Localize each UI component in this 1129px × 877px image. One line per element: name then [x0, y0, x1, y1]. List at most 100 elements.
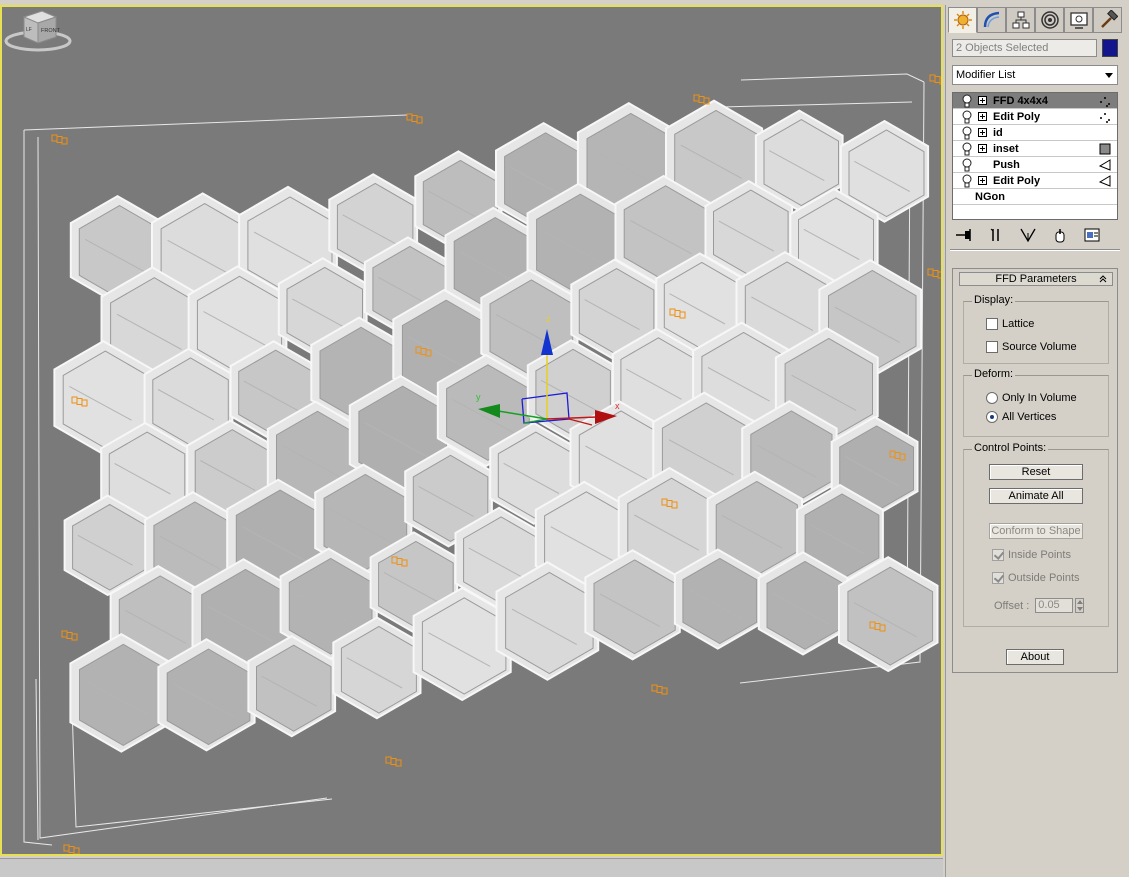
about-button[interactable]: About — [1006, 649, 1064, 665]
stack-item-edit-poly-2[interactable]: Edit Poly — [953, 173, 1117, 189]
command-panel-tabs — [948, 7, 1122, 33]
control-point[interactable] — [411, 115, 418, 122]
offset-spinner[interactable] — [1075, 598, 1085, 613]
modifier-list-dropdown[interactable]: Modifier List — [952, 65, 1118, 85]
control-point[interactable] — [71, 633, 78, 641]
tab-motion[interactable] — [1035, 7, 1064, 33]
expand-icon[interactable] — [978, 144, 987, 153]
reset-button[interactable]: Reset — [989, 464, 1083, 480]
display-group: Display: Lattice Source Volume — [963, 294, 1109, 364]
animate-all-button[interactable]: Animate All — [989, 488, 1083, 504]
configure-modifier-sets-button[interactable] — [1080, 225, 1104, 245]
offset-label: Offset : — [994, 599, 1030, 612]
control-point[interactable] — [406, 113, 413, 121]
control-point[interactable] — [56, 136, 63, 143]
control-point[interactable] — [390, 758, 397, 765]
expand-icon[interactable] — [978, 128, 987, 137]
source-volume-checkbox[interactable] — [986, 341, 998, 353]
stack-item-edit-poly[interactable]: Edit Poly — [953, 109, 1117, 125]
control-point[interactable] — [385, 756, 392, 764]
control-point[interactable] — [693, 94, 700, 102]
remove-modifier-button[interactable] — [1048, 225, 1072, 245]
lightbulb-icon[interactable] — [960, 142, 974, 156]
control-point[interactable] — [937, 271, 943, 279]
lattice-checkbox-row[interactable]: Lattice — [986, 318, 1034, 330]
conform-to-shape-button[interactable]: Conform to Shape — [989, 523, 1083, 539]
control-point[interactable] — [63, 844, 70, 852]
control-point[interactable] — [927, 268, 934, 276]
control-point[interactable] — [661, 687, 668, 695]
control-point[interactable] — [61, 137, 68, 145]
inside-points-checkbox[interactable] — [992, 549, 1004, 561]
control-point[interactable] — [932, 270, 939, 277]
tab-modify[interactable] — [977, 7, 1006, 33]
expand-icon[interactable] — [978, 112, 987, 121]
viewcube-front-label: FRONT — [41, 28, 61, 34]
control-point[interactable] — [73, 847, 80, 854]
make-unique-icon — [1020, 228, 1036, 243]
expand-icon[interactable] — [978, 176, 987, 185]
tab-create[interactable] — [948, 7, 977, 33]
stack-item-base-object[interactable]: NGon — [953, 189, 1117, 205]
collapse-icon[interactable] — [1098, 274, 1108, 284]
inside-points-label: Inside Points — [1008, 549, 1071, 561]
only-in-volume-radio[interactable] — [986, 392, 998, 404]
control-point[interactable] — [416, 116, 423, 124]
all-vertices-radio[interactable] — [986, 411, 998, 423]
all-vertices-label: All Vertices — [1002, 411, 1057, 423]
tab-display[interactable] — [1064, 7, 1093, 33]
perspective-viewport[interactable]: z x y FRONT LF — [0, 5, 943, 856]
lightbulb-icon[interactable] — [960, 158, 974, 172]
control-point[interactable] — [51, 134, 58, 142]
all-vertices-radio-row[interactable]: All Vertices — [986, 411, 1056, 423]
stack-item-label: Edit Poly — [993, 174, 1041, 187]
control-point[interactable] — [651, 684, 658, 692]
lightbulb-icon[interactable] — [960, 174, 974, 188]
lattice-checkbox[interactable] — [986, 318, 998, 330]
expand-icon[interactable] — [978, 96, 987, 105]
control-point[interactable] — [61, 630, 68, 638]
only-in-volume-radio-row[interactable]: Only In Volume — [986, 392, 1077, 404]
control-point[interactable] — [66, 632, 73, 639]
control-point[interactable] — [929, 74, 936, 82]
svg-text:y: y — [476, 392, 481, 402]
offset-input[interactable]: 0.05 — [1035, 598, 1074, 613]
svg-text:z: z — [546, 314, 551, 324]
control-point[interactable] — [939, 77, 943, 85]
vertex-dots-icon — [1100, 97, 1110, 107]
stack-item-push[interactable]: Push — [953, 157, 1117, 173]
motion-icon — [1040, 11, 1059, 29]
show-end-result-button[interactable] — [984, 225, 1008, 245]
command-panel: 2 Objects Selected Modifier List FFD 4x4… — [945, 5, 1129, 877]
utilities-icon — [1100, 10, 1118, 28]
inside-points-checkbox-row[interactable]: Inside Points — [992, 549, 1071, 561]
control-point[interactable] — [395, 759, 402, 767]
make-unique-button[interactable] — [1016, 225, 1040, 245]
stack-item-label: Push — [993, 158, 1020, 171]
lightbulb-icon[interactable] — [960, 126, 974, 140]
object-color-swatch[interactable] — [1102, 39, 1118, 57]
stack-item-id[interactable]: id — [953, 125, 1117, 141]
lightbulb-icon[interactable] — [960, 110, 974, 124]
stack-item-inset[interactable]: inset — [953, 141, 1117, 157]
control-point[interactable] — [698, 96, 705, 103]
outside-points-checkbox-row[interactable]: Outside Points — [992, 572, 1080, 584]
control-point[interactable] — [68, 846, 75, 853]
offset-row: Offset : 0.05 — [994, 598, 1085, 613]
source-volume-checkbox-row[interactable]: Source Volume — [986, 341, 1077, 353]
stack-item-ffd[interactable]: FFD 4x4x4 — [953, 93, 1117, 109]
modifier-stack[interactable]: FFD 4x4x4 Edit Poly id inset Push Edit P… — [952, 92, 1118, 220]
honeycomb-mesh[interactable] — [53, 99, 939, 753]
control-point[interactable] — [656, 686, 663, 693]
tab-hierarchy[interactable] — [1006, 7, 1035, 33]
outside-points-checkbox[interactable] — [992, 572, 1004, 584]
viewcube[interactable]: FRONT LF — [2, 7, 72, 57]
tab-utilities[interactable] — [1093, 7, 1122, 33]
display-group-label: Display: — [972, 294, 1016, 306]
selection-name-field[interactable]: 2 Objects Selected — [952, 39, 1097, 57]
rollout-header[interactable]: FFD Parameters — [959, 272, 1113, 286]
control-point[interactable] — [934, 76, 941, 83]
lightbulb-icon[interactable] — [960, 94, 974, 108]
pin-stack-button[interactable] — [952, 225, 976, 245]
lattice-label: Lattice — [1002, 318, 1035, 330]
